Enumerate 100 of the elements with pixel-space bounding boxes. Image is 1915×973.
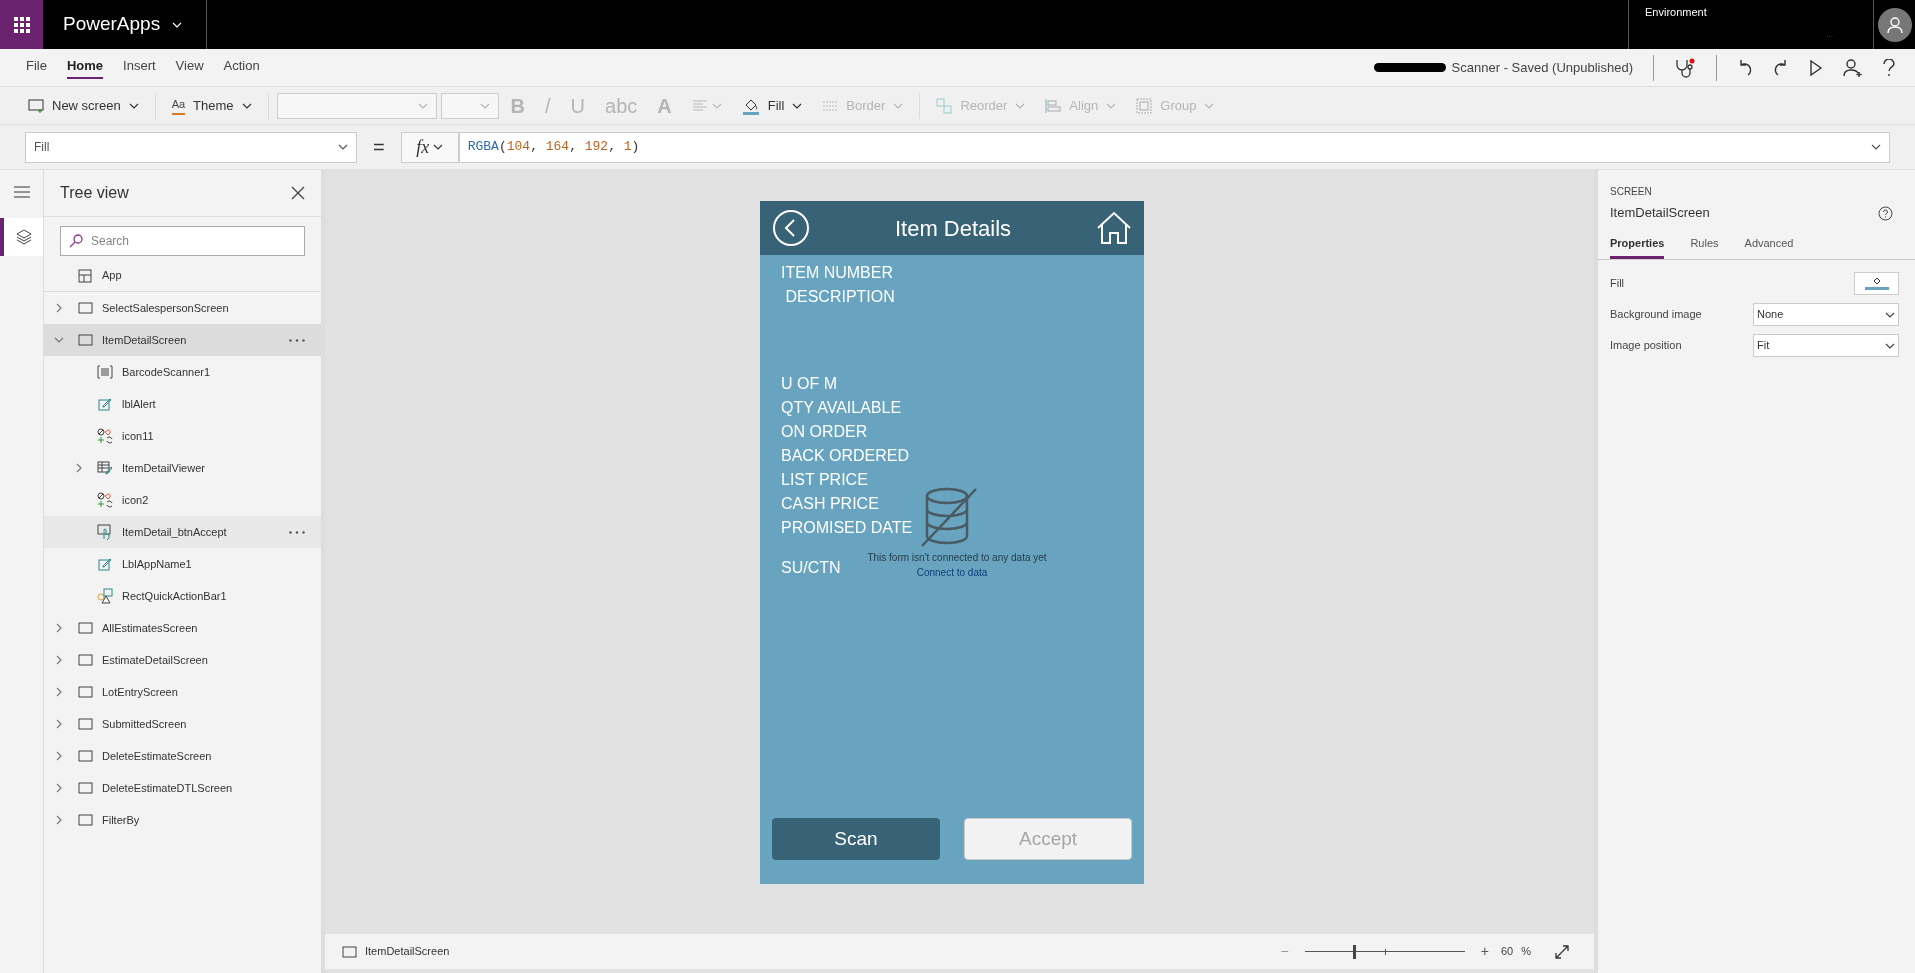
zoom-value: 60 (1500, 944, 1514, 960)
screen-icon (77, 654, 93, 666)
close-icon[interactable] (291, 186, 305, 200)
expand-icon[interactable] (1555, 944, 1569, 959)
barcode-icon (97, 365, 113, 379)
waffle-icon (13, 16, 30, 33)
menu-tab[interactable]: Action (223, 55, 260, 80)
tree-item-label: icon2 (122, 492, 150, 508)
tree-item[interactable]: LotEntryScreen (44, 676, 321, 708)
panel-tab[interactable]: Rules (1690, 234, 1719, 259)
tree-item[interactable]: DeleteEstimateScreen (44, 740, 321, 772)
chevron-icon (54, 719, 64, 729)
tree-item[interactable]: DeleteEstimateDTLScreen (44, 772, 321, 804)
tree-item[interactable]: ItemDetail_btnAccept (44, 516, 321, 548)
more-icon[interactable] (289, 530, 305, 534)
action-button[interactable]: Scan (772, 818, 940, 860)
screen-title: Item Details (893, 214, 1013, 243)
database-off-icon (920, 486, 978, 548)
tree-item[interactable]: icon11 (44, 420, 321, 452)
tree-item-label: LblAppName1 (122, 556, 193, 572)
help-icon[interactable] (1878, 206, 1893, 221)
tree-item-label: DeleteEstimateDTLScreen (102, 780, 234, 796)
menu-tab[interactable]: Home (66, 55, 104, 80)
field-label: SU/CTN (781, 558, 841, 578)
screen-icon (77, 334, 93, 346)
field-label: ON ORDER (781, 422, 868, 442)
new-screen-button[interactable]: New screen (20, 95, 147, 116)
fill-button[interactable]: Fill (733, 95, 811, 116)
tree-item[interactable]: ItemDetailViewer (44, 452, 321, 484)
current-screen-label: ItemDetailScreen (365, 944, 450, 960)
screen-icon (77, 750, 93, 762)
property-label: Background image (1610, 307, 1702, 323)
person-icon (1885, 15, 1904, 34)
more-icon[interactable] (289, 338, 305, 342)
tree-item[interactable]: SubmittedScreen (44, 708, 321, 740)
theme-button[interactable]: Aa Theme (163, 95, 260, 116)
home-icon[interactable] (1096, 211, 1132, 245)
tree-item[interactable]: BarcodeScanner1 (44, 356, 321, 388)
play-icon[interactable] (1809, 59, 1823, 76)
tree-item-label: EstimateDetailScreen (102, 652, 209, 668)
tree-item[interactable]: EstimateDetailScreen (44, 644, 321, 676)
chevron-icon (338, 142, 348, 152)
tree-item-label: SelectSalespersonScreen (102, 300, 230, 316)
property-dropdown[interactable]: Fit (1753, 334, 1899, 357)
redo-icon[interactable] (1773, 58, 1789, 77)
back-icon[interactable] (772, 209, 810, 247)
property-dropdown[interactable]: None (1753, 303, 1899, 326)
save-status: Scanner - Saved (Unpublished) (1451, 58, 1634, 77)
chevron-icon (54, 815, 64, 825)
align-icon (1045, 97, 1062, 114)
layers-tab[interactable] (0, 218, 43, 256)
tree-item[interactable]: LblAppName1 (44, 548, 321, 580)
user-avatar[interactable] (1877, 7, 1912, 42)
menu-tab[interactable]: File (26, 55, 47, 80)
icons-icon (97, 492, 113, 508)
screen-icon (77, 718, 93, 730)
tree-item[interactable]: ItemDetailScreen (44, 324, 321, 356)
property-dropdown[interactable]: Fill (25, 131, 357, 163)
menu-icon[interactable] (13, 186, 30, 198)
field-label: LIST PRICE (781, 470, 868, 490)
environment-value: ... (1826, 28, 1833, 41)
tree-item[interactable]: AllEstimatesScreen (44, 612, 321, 644)
panel-tab[interactable]: Properties (1610, 234, 1665, 259)
tree-item[interactable]: FilterBy (44, 804, 321, 836)
zoom-in-button[interactable]: + (1472, 941, 1497, 962)
tree-item[interactable]: SelectSalespersonScreen (44, 292, 321, 324)
undo-icon[interactable] (1737, 58, 1753, 77)
tree-item-label: AllEstimatesScreen (102, 620, 199, 636)
tree-item[interactable]: lblAlert (44, 388, 321, 420)
panel-title: Tree view (60, 183, 129, 203)
chevron-icon (1871, 142, 1881, 152)
formula-field[interactable]: RGBA(104, 164, 192, 1) (458, 131, 1890, 163)
tree-item-label: RectQuickActionBar1 (122, 588, 228, 604)
menu-tab[interactable]: Insert (123, 55, 156, 80)
environment-label: Environment (1645, 5, 1708, 20)
fill-color-button[interactable] (1854, 272, 1899, 295)
form-icon (97, 461, 113, 475)
property-label: Fill (1610, 276, 1625, 292)
stethoscope-icon[interactable] (1674, 57, 1696, 78)
reorder-icon (936, 97, 953, 114)
search-field[interactable]: Search (60, 226, 305, 256)
add-person-icon[interactable] (1843, 58, 1863, 77)
tree-item[interactable]: App (44, 260, 321, 292)
app-launcher-button[interactable] (0, 0, 43, 49)
screen-icon (77, 622, 93, 634)
zoom-slider[interactable] (1304, 944, 1465, 959)
function-button[interactable]: fx (400, 131, 459, 163)
hand-icon (97, 524, 113, 540)
tree-item-label: icon11 (122, 428, 155, 444)
help-icon[interactable] (1883, 58, 1895, 77)
chevron-icon (433, 142, 444, 152)
menu-tab[interactable]: View (175, 55, 204, 80)
tree-item[interactable]: RectQuickActionBar1 (44, 580, 321, 612)
app-icon (78, 268, 92, 283)
panel-tab[interactable]: Advanced (1744, 234, 1794, 259)
tree-item[interactable]: icon2 (44, 484, 321, 516)
chevron-icon (74, 463, 84, 473)
tree-item-label: ItemDetail_btnAccept (122, 524, 228, 540)
control-name: ItemDetailScreen (1610, 204, 1710, 222)
connect-to-data-link[interactable]: Connect to data (916, 565, 988, 580)
